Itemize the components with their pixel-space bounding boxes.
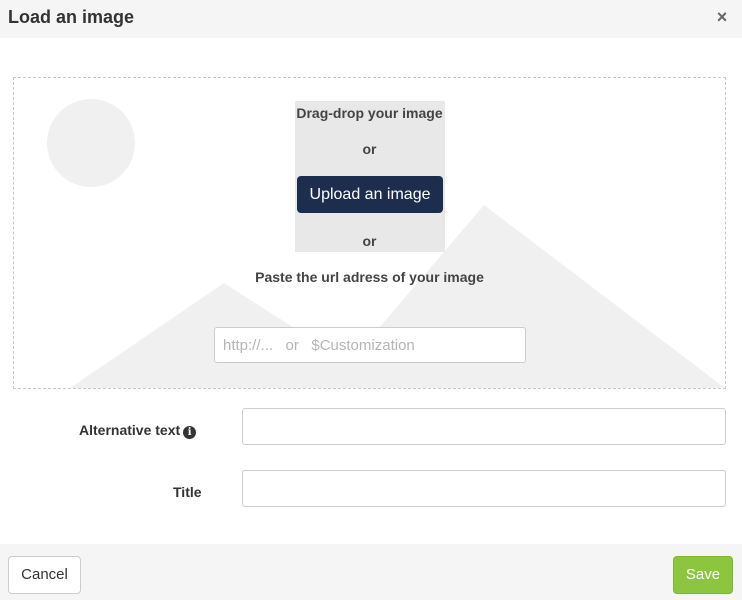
title-label: Title	[173, 484, 202, 500]
dialog-header: Load an image ×	[0, 0, 742, 38]
paste-url-text: Paste the url adress of your image	[255, 269, 484, 285]
dialog-footer: Cancel Save	[0, 544, 742, 600]
or-separator-1: or	[362, 141, 377, 157]
image-dropzone[interactable]: Drag-drop your image or Upload an image …	[13, 77, 726, 389]
alt-text-label: Alternative text i	[79, 422, 197, 439]
title-field[interactable]	[242, 470, 726, 507]
drag-drop-text: Drag-drop your image	[296, 105, 443, 121]
save-button[interactable]: Save	[673, 556, 733, 594]
dialog-title: Load an image	[8, 7, 135, 27]
image-url-input[interactable]	[214, 327, 526, 363]
upload-image-button[interactable]: Upload an image	[297, 176, 443, 213]
or-separator-2: or	[362, 233, 377, 249]
alt-text-field[interactable]	[242, 408, 726, 445]
alt-text-label-text: Alternative text	[79, 422, 181, 438]
cancel-button[interactable]: Cancel	[8, 556, 81, 594]
info-icon[interactable]: i	[183, 426, 197, 439]
close-icon[interactable]: ×	[712, 7, 732, 27]
